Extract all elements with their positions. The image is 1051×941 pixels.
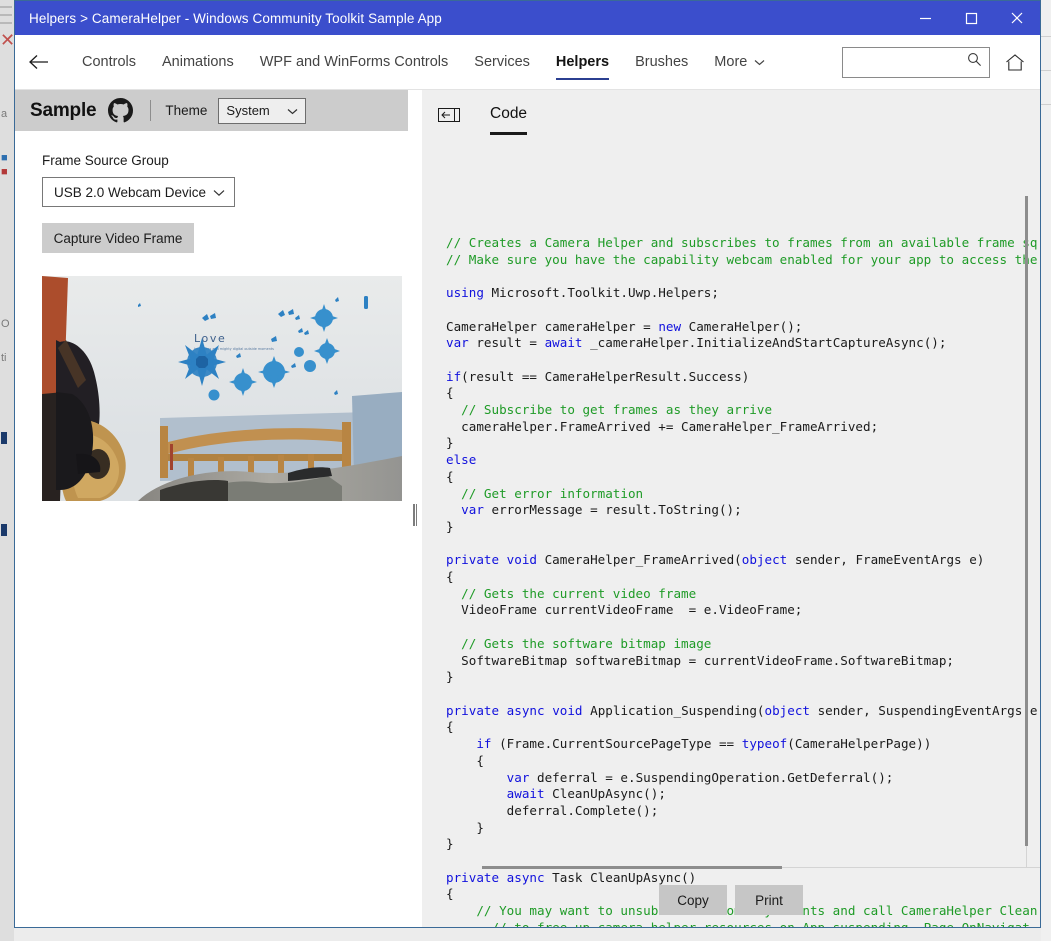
sample-pane: Sample Theme System Frame Source Group U… bbox=[15, 90, 408, 927]
code-block[interactable]: // Creates a Camera Helper and subscribe… bbox=[446, 235, 1037, 927]
copy-button[interactable]: Copy bbox=[659, 885, 727, 915]
page-title: Sample bbox=[30, 99, 97, 121]
nav-item-label: Helpers bbox=[555, 54, 610, 70]
tab-code[interactable]: Code bbox=[490, 104, 528, 135]
pane-splitter[interactable] bbox=[408, 90, 422, 927]
frame-source-group-select[interactable]: USB 2.0 Webcam Device bbox=[42, 177, 235, 207]
nav-item-label: WPF and WinForms Controls bbox=[259, 54, 449, 70]
nav-right-group bbox=[842, 35, 1034, 89]
sample-controls: Frame Source Group USB 2.0 Webcam Device… bbox=[15, 131, 408, 501]
copy-button-label: Copy bbox=[677, 892, 709, 908]
main-content: Sample Theme System Frame Source Group U… bbox=[15, 90, 1040, 927]
header-divider bbox=[150, 100, 152, 121]
background-window-left-edge: ✕ a ■ ■ O ti bbox=[0, 0, 14, 941]
print-button-label: Print bbox=[755, 892, 783, 908]
webcam-preview-image: Love happiness and mighty digital outsid… bbox=[42, 276, 402, 501]
window-controls bbox=[902, 1, 1040, 35]
frame-source-group-label: Frame Source Group bbox=[42, 153, 169, 168]
nav-item-label: More bbox=[714, 54, 748, 70]
back-arrow-icon bbox=[29, 55, 48, 69]
theme-label: Theme bbox=[165, 103, 208, 118]
nav-item-label: Brushes bbox=[635, 54, 689, 70]
search-icon[interactable] bbox=[967, 52, 982, 72]
capture-video-frame-button[interactable]: Capture Video Frame bbox=[42, 223, 194, 253]
home-button[interactable] bbox=[996, 43, 1034, 81]
chevron-down-icon bbox=[287, 103, 298, 118]
chevron-down-icon bbox=[213, 185, 225, 200]
minimize-button[interactable] bbox=[902, 1, 948, 35]
splitter-grip-icon[interactable] bbox=[413, 504, 417, 526]
collapse-pane-icon[interactable] bbox=[438, 108, 460, 123]
sample-header-bar: Sample Theme System bbox=[15, 90, 408, 131]
home-icon bbox=[1006, 53, 1024, 71]
background-window-right-edge bbox=[1041, 0, 1051, 941]
close-button[interactable] bbox=[994, 1, 1040, 35]
nav-item-wpf-winforms-controls[interactable]: WPF and WinForms Controls bbox=[247, 35, 462, 89]
back-button[interactable] bbox=[17, 41, 61, 83]
title-bar: Helpers > CameraHelper - Windows Communi… bbox=[15, 1, 1040, 35]
github-icon[interactable] bbox=[108, 98, 134, 123]
code-horizontal-scrollbar[interactable] bbox=[482, 863, 1040, 872]
code-pane-header: Code bbox=[422, 90, 1040, 140]
code-vertical-scrollbar[interactable] bbox=[1022, 196, 1032, 867]
nav-item-label: Services bbox=[474, 54, 530, 70]
nav-item-more[interactable]: More bbox=[701, 35, 778, 89]
code-pane: Code // Creates a Camera Helper and subs… bbox=[422, 90, 1040, 927]
search-box[interactable] bbox=[842, 46, 990, 78]
code-surface: // Creates a Camera Helper and subscribe… bbox=[422, 140, 1040, 927]
window-bottom-shadow bbox=[14, 928, 1041, 941]
tab-code-label: Code bbox=[490, 104, 528, 122]
chevron-down-icon bbox=[754, 54, 765, 70]
nav-item-list: Controls Animations WPF and WinForms Con… bbox=[69, 35, 778, 89]
maximize-button[interactable] bbox=[948, 1, 994, 35]
nav-item-controls[interactable]: Controls bbox=[69, 35, 149, 89]
desktop-backdrop: ✕ a ■ ■ O ti Helpers > CameraHelper - Wi… bbox=[0, 0, 1051, 941]
app-window: Helpers > CameraHelper - Windows Communi… bbox=[14, 0, 1041, 928]
frame-source-group-value: USB 2.0 Webcam Device bbox=[54, 184, 207, 200]
scrollbar-thumb[interactable] bbox=[482, 866, 782, 869]
code-action-buttons: Copy Print bbox=[422, 885, 1040, 915]
nav-item-services[interactable]: Services bbox=[461, 35, 543, 89]
nav-item-label: Animations bbox=[162, 54, 234, 70]
nav-item-label: Controls bbox=[82, 54, 136, 70]
background-close-icon: ✕ bbox=[0, 30, 14, 50]
top-navigation-bar: Controls Animations WPF and WinForms Con… bbox=[15, 35, 1040, 90]
theme-select-value: System bbox=[226, 103, 270, 118]
nav-item-brushes[interactable]: Brushes bbox=[622, 35, 701, 89]
capture-video-frame-label: Capture Video Frame bbox=[53, 230, 183, 246]
scrollbar-thumb[interactable] bbox=[1025, 196, 1028, 846]
window-title: Helpers > CameraHelper - Windows Communi… bbox=[29, 10, 442, 26]
search-input[interactable] bbox=[851, 53, 967, 71]
print-button[interactable]: Print bbox=[735, 885, 803, 915]
nav-item-helpers[interactable]: Helpers bbox=[543, 35, 622, 89]
nav-item-animations[interactable]: Animations bbox=[149, 35, 247, 89]
theme-select[interactable]: System bbox=[218, 97, 307, 124]
